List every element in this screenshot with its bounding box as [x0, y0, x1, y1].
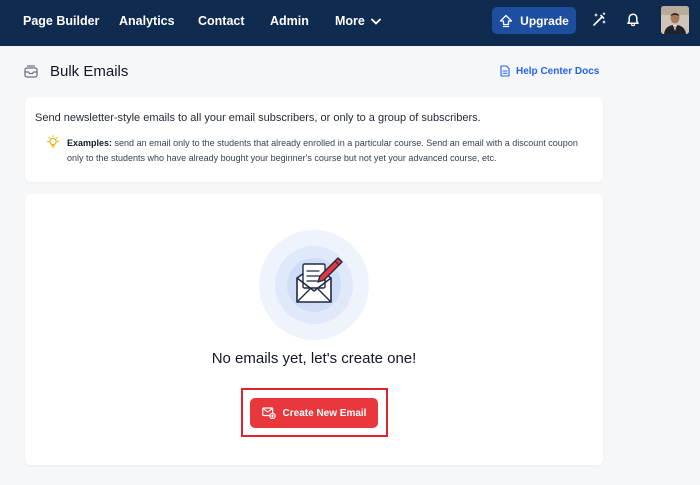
create-new-email-button[interactable]: Create New Email — [250, 398, 378, 428]
nav-admin[interactable]: Admin — [270, 13, 309, 29]
nav-analytics[interactable]: Analytics — [119, 13, 175, 29]
avatar-image — [661, 6, 689, 34]
lightbulb-icon — [47, 135, 59, 148]
empty-state-message: No emails yet, let's create one! — [211, 350, 417, 367]
info-examples: Examples: send an email only to the stud… — [67, 136, 592, 166]
user-avatar[interactable] — [661, 6, 689, 34]
mail-box-icon — [24, 65, 38, 78]
envelope-letter-icon — [259, 230, 369, 340]
magic-wand-button[interactable] — [590, 11, 608, 29]
nav-page-builder[interactable]: Page Builder — [23, 13, 99, 29]
create-new-email-label: Create New Email — [282, 407, 367, 419]
upgrade-label: Upgrade — [520, 13, 569, 28]
document-icon — [500, 65, 510, 77]
help-center-link[interactable]: Help Center Docs — [500, 65, 599, 77]
notifications-button[interactable] — [624, 11, 642, 29]
empty-state-card: No emails yet, let's create one! Create … — [25, 194, 603, 465]
page-title: Bulk Emails — [50, 63, 129, 80]
bell-icon — [627, 13, 639, 27]
upgrade-arrow-icon — [500, 14, 513, 27]
top-navigation: Page Builder Analytics Contact Admin Mor… — [0, 0, 700, 46]
nav-more[interactable]: More — [335, 13, 381, 29]
mail-add-icon — [261, 407, 276, 419]
magic-wand-icon — [593, 12, 606, 26]
nav-contact[interactable]: Contact — [198, 13, 245, 29]
info-description: Send newsletter-style emails to all your… — [35, 112, 481, 124]
chevron-down-icon — [370, 18, 381, 25]
examples-text: send an email only to the students that … — [67, 138, 578, 163]
upgrade-button[interactable]: Upgrade — [492, 7, 576, 34]
info-card: Send newsletter-style emails to all your… — [25, 97, 603, 182]
help-center-label: Help Center Docs — [516, 65, 600, 77]
examples-label: Examples: — [67, 138, 113, 148]
nav-more-label: More — [335, 14, 365, 28]
